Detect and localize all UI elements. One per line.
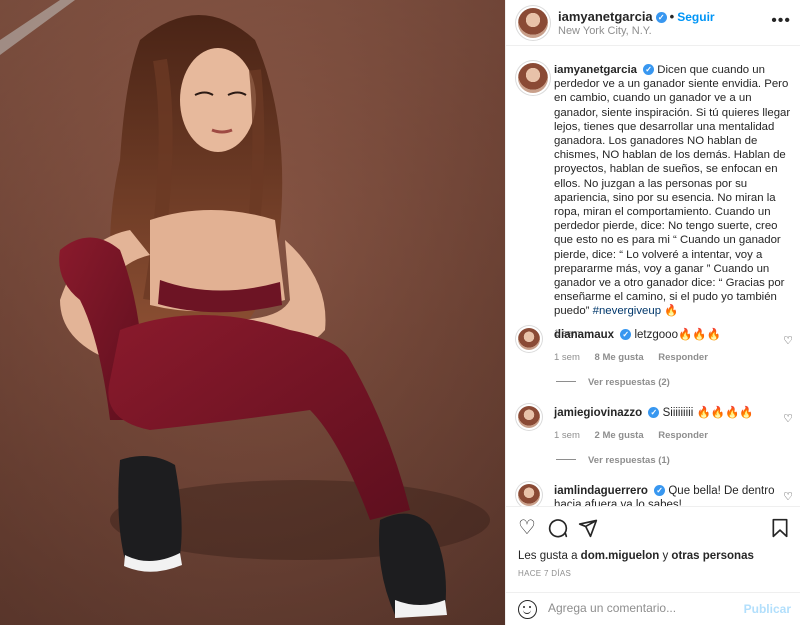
reply-button[interactable]: Responder [658, 352, 708, 363]
post-photo-illustration [0, 0, 505, 625]
commenter-avatar[interactable] [518, 484, 540, 506]
verified-badge-icon: ✓ [654, 485, 666, 496]
comment-text: jamiegiovinazzo ✓ Siiiiiiiii 🔥🔥🔥🔥 [554, 406, 779, 420]
commenter-avatar[interactable] [518, 406, 540, 428]
post-actions: ♡ Les gusta a dom.miguelon y otras perso… [506, 506, 800, 592]
comment-likes[interactable]: 2 Me gusta [595, 430, 644, 441]
comment-like-heart-icon[interactable]: ♡ [783, 490, 793, 503]
comment-icon[interactable] [548, 518, 568, 542]
comment-item: iamlindaguerrero ✓ Que bella! De dentro … [518, 484, 793, 506]
view-replies-button[interactable]: Ver respuestas (2) [556, 377, 670, 388]
comment-body: Siiiiiiiii 🔥🔥🔥🔥 [662, 407, 754, 419]
comment-item: jamiegiovinazzo ✓ Siiiiiiiii 🔥🔥🔥🔥 1 sem … [518, 406, 793, 441]
hashtag-link[interactable]: #nevergiveup [593, 305, 661, 317]
verified-badge-icon: ✓ [643, 64, 655, 75]
paper-plane-icon[interactable] [578, 518, 598, 542]
likes-summary: Les gusta a dom.miguelon y otras persona… [518, 550, 754, 562]
author-line: iamyanetgarcia ✓ • Seguir [558, 9, 715, 24]
caption-text: iamyanetgarcia ✓ Dicen que cuando un per… [554, 63, 793, 319]
caption-avatar[interactable] [518, 63, 548, 93]
bookmark-icon[interactable] [771, 518, 789, 542]
smile-icon[interactable] [518, 600, 537, 619]
caption-username[interactable]: iamyanetgarcia [554, 64, 637, 76]
comment-time: 1 sem [554, 352, 580, 363]
author-avatar[interactable] [518, 8, 548, 38]
comment-likes[interactable]: 8 Me gusta [595, 352, 644, 363]
post-header: iamyanetgarcia ✓ • Seguir New York City, N.… [506, 0, 800, 46]
more-options-icon[interactable]: ••• [771, 12, 791, 30]
comment-text: iamlindaguerrero ✓ Que bella! De dentro … [554, 484, 779, 506]
replies-line [556, 381, 576, 382]
comment-username[interactable]: iamlindaguerrero [554, 485, 648, 497]
comment-like-heart-icon[interactable]: ♡ [783, 334, 793, 347]
replies-line [556, 459, 576, 460]
fire-emoji: 🔥 [664, 305, 679, 318]
comment-body: letzgooo🔥🔥🔥 [634, 329, 721, 341]
caption-body: Dicen que cuando un perdedor ve a un gan… [554, 64, 791, 318]
liked-by-user[interactable]: dom.miguelon [581, 550, 660, 562]
comment-input[interactable] [548, 601, 738, 615]
view-replies-label: Ver respuestas (1) [588, 455, 670, 466]
post-photo[interactable] [0, 0, 505, 625]
verified-badge-icon: ✓ [620, 329, 632, 340]
comment-meta: 1 sem 8 Me gusta Responder [554, 352, 793, 363]
comment-text: dianamaux ✓ letzgooo🔥🔥🔥 [554, 328, 779, 342]
view-replies-label: Ver respuestas (2) [588, 377, 670, 388]
comments-area[interactable]: iamyanetgarcia ✓ Dicen que cuando un per… [506, 46, 800, 506]
heart-icon[interactable]: ♡ [518, 518, 536, 538]
add-comment-bar: Publicar [506, 592, 800, 625]
liked-by-prefix: Les gusta a [518, 550, 578, 562]
author-username[interactable]: iamyanetgarcia [558, 9, 653, 24]
comment-username[interactable]: jamiegiovinazzo [554, 407, 642, 419]
comment-time: 1 sem [554, 430, 580, 441]
comment-like-heart-icon[interactable]: ♡ [783, 412, 793, 425]
follow-button[interactable]: Seguir [677, 10, 714, 24]
comment-meta: 1 sem 2 Me gusta Responder [554, 430, 793, 441]
instagram-post-modal: iamyanetgarcia ✓ • Seguir New York City, N.… [0, 0, 800, 625]
post-sidebar: iamyanetgarcia ✓ • Seguir New York City, N.… [505, 0, 800, 625]
liked-by-joiner: y [662, 550, 669, 562]
verified-badge-icon: ✓ [655, 12, 667, 23]
reply-button[interactable]: Responder [658, 430, 708, 441]
liked-by-others[interactable]: otras personas [671, 550, 753, 562]
post-timestamp[interactable]: HACE 7 DÍAS [518, 569, 571, 578]
publish-button[interactable]: Publicar [744, 602, 791, 616]
separator-dot: • [669, 9, 675, 24]
comment-item: dianamaux ✓ letzgooo🔥🔥🔥 1 sem 8 Me gusta… [518, 328, 793, 363]
comment-username[interactable]: dianamaux [554, 329, 614, 341]
view-replies-button[interactable]: Ver respuestas (1) [556, 455, 670, 466]
post-caption: iamyanetgarcia ✓ Dicen que cuando un per… [518, 63, 793, 339]
location-link[interactable]: New York City, N.Y. [558, 25, 652, 37]
commenter-avatar[interactable] [518, 328, 540, 350]
verified-badge-icon: ✓ [648, 407, 660, 418]
